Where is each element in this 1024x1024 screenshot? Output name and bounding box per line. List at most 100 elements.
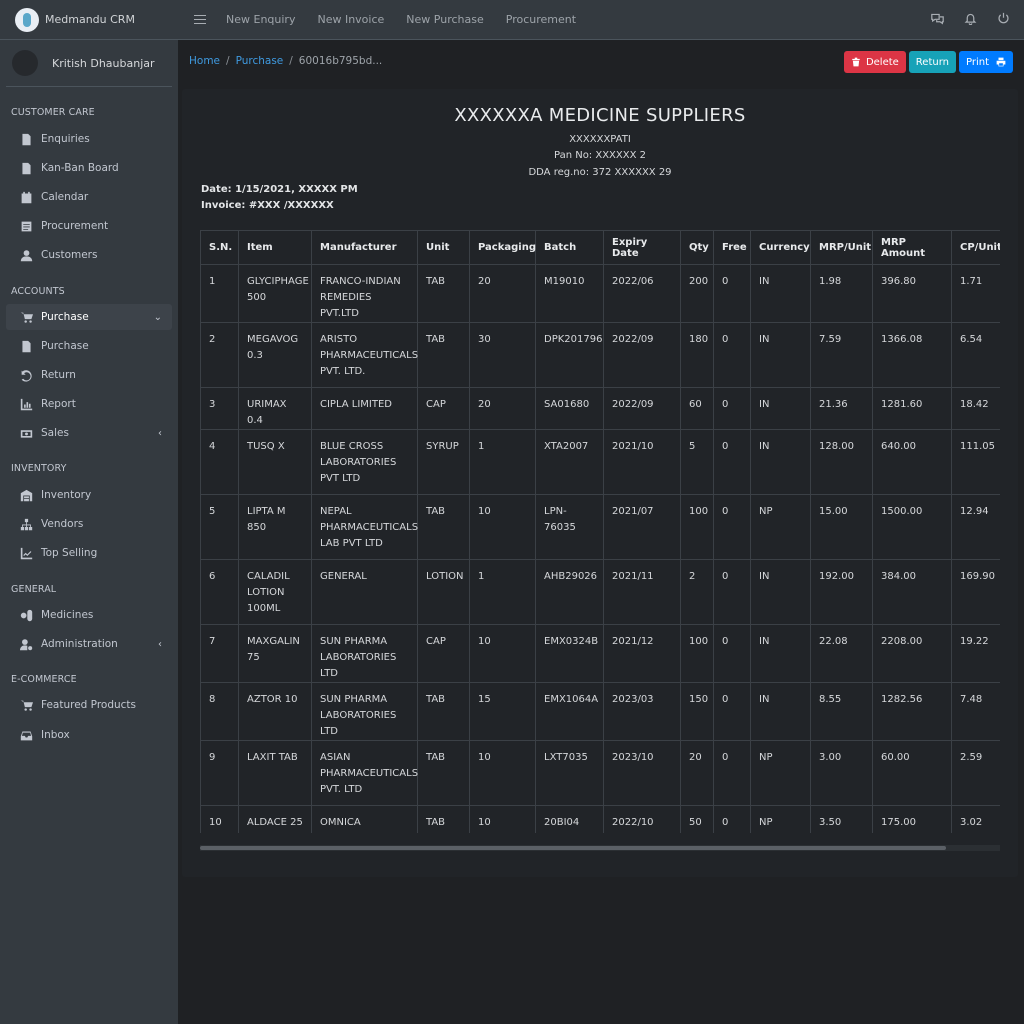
top-link-new-purchase[interactable]: New Purchase: [406, 13, 483, 26]
table-cell: CALADIL LOTION 100ML: [238, 559, 312, 625]
sidebar-item-medicines[interactable]: Medicines: [6, 602, 172, 628]
sidebar-item-sales[interactable]: Sales ‹: [6, 420, 172, 446]
table-cell: 128.00: [810, 429, 873, 495]
print-button[interactable]: Print: [958, 51, 1013, 73]
sidebar-item-label: Inventory: [41, 489, 92, 501]
table-cell: 2023/10: [603, 740, 681, 806]
table-cell: TAB: [417, 740, 470, 806]
sidebar-item-label: Top Selling: [41, 547, 98, 559]
supplier-pan: Pan No: XXXXXX 2: [553, 150, 647, 161]
delete-button[interactable]: Delete: [843, 51, 906, 73]
return-button[interactable]: Return: [908, 51, 956, 73]
sidebar-item-top-selling[interactable]: Top Selling: [6, 540, 172, 566]
table-cell: 2.59: [951, 740, 1000, 806]
undo-icon: [20, 369, 33, 382]
table-cell: 20: [469, 264, 536, 323]
comments-icon[interactable]: [931, 12, 944, 28]
top-link-procurement[interactable]: Procurement: [506, 13, 576, 26]
table-cell: 0: [713, 264, 751, 323]
table-row: 7 MAXGALIN 75 SUN PHARMA LABORATORIES LTD C…: [200, 624, 1000, 683]
sidebar-item-customers[interactable]: Customers: [6, 242, 172, 268]
sidebar-item-procurement[interactable]: Procurement: [6, 213, 172, 239]
trash-icon: [852, 57, 860, 67]
sidebar-item-label: Administration: [41, 638, 118, 650]
table-cell: 60: [680, 387, 714, 430]
nav-header-ecommerce: E-COMMERCE: [11, 674, 77, 685]
sidebar-item-report[interactable]: Report: [6, 391, 172, 417]
sidebar-item-inventory[interactable]: Inventory: [6, 482, 172, 508]
table-cell: 1: [469, 429, 536, 495]
sidebar-item-label: Procurement: [41, 220, 109, 232]
table-row: 2 MEGAVOG 0.3 ARISTO PHARMACEUTICALS PVT. …: [200, 322, 1000, 388]
table-cell: 200: [680, 264, 714, 323]
sidebar-item-administration[interactable]: Administration ‹: [6, 631, 172, 657]
menu-toggle-icon[interactable]: [194, 12, 206, 27]
scrollbar-thumb[interactable]: [200, 846, 946, 850]
column-header: Currency: [750, 230, 811, 265]
sidebar-item-return[interactable]: Return: [6, 362, 172, 388]
column-header: Unit: [417, 230, 470, 265]
table-cell: 3.02: [951, 805, 1000, 833]
table-cell: IN: [750, 559, 811, 625]
table-row: 5 LIPTA M 850 NEPAL PHARMACEUTICALS LAB PV…: [200, 494, 1000, 560]
table-cell: 12.94: [951, 494, 1000, 560]
sidebar-item-label: Featured Products: [41, 699, 137, 711]
table-cell: 15: [469, 682, 536, 741]
brand[interactable]: Medmandu CRM: [0, 0, 178, 40]
sidebar-item-label: Return: [41, 369, 76, 381]
column-header: Free: [713, 230, 751, 265]
top-link-new-enquiry[interactable]: New Enquiry: [226, 13, 295, 26]
table-cell: 0: [713, 624, 751, 683]
table-cell: IN: [750, 624, 811, 683]
table-row: 9 LAXIT TAB ASIAN PHARMACEUTICALS PVT. LTD…: [200, 740, 1000, 806]
sidebar-item-enquiries[interactable]: Enquiries: [6, 126, 172, 152]
sidebar-item-featured-products[interactable]: Featured Products: [6, 692, 172, 718]
table-row: 3 URIMAX 0.4 CIPLA LIMITED CAP 20 SA01680 2022…: [200, 387, 1000, 430]
table-cell: 2022/06: [603, 264, 681, 323]
top-link-new-invoice[interactable]: New Invoice: [317, 13, 384, 26]
breadcrumb-current: 60016b795bd...: [298, 55, 383, 67]
sidebar-item-purchase[interactable]: Purchase: [6, 333, 172, 359]
table-cell: TAB: [417, 682, 470, 741]
table-cell: 180: [680, 322, 714, 388]
sidebar-item-label: Sales: [41, 427, 69, 439]
table-cell: 20BI04: [535, 805, 604, 833]
user-cog-icon: [20, 638, 33, 651]
sidebar-item-purchase-menu[interactable]: Purchase ⌄: [6, 304, 172, 330]
invoice-date: Date: 1/15/2021, XXXXX PM: [201, 184, 358, 195]
column-header: Manufacturer: [311, 230, 418, 265]
horizontal-scrollbar[interactable]: [200, 845, 1000, 851]
table-cell: XTA2007: [535, 429, 604, 495]
table-row: 10ALDACE 25OMNICA LABORATORIES PVT LTDTA…: [200, 805, 1000, 833]
table-cell: 10: [469, 494, 536, 560]
sidebar-item-calendar[interactable]: Calendar: [6, 184, 172, 210]
table-cell: TUSQ X: [238, 429, 312, 495]
sidebar-item-label: Enquiries: [41, 133, 90, 145]
items-table-container[interactable]: S.N. Item Manufacturer Unit Packaging Batch Ex…: [200, 230, 1000, 833]
file-icon: [20, 162, 33, 175]
user-panel[interactable]: Kritish Dhaubanjar: [6, 40, 172, 87]
table-cell: ARISTO PHARMACEUTICALS PVT. LTD.: [311, 322, 418, 388]
breadcrumb-home[interactable]: Home: [189, 55, 220, 67]
table-cell: IN: [750, 387, 811, 430]
power-icon[interactable]: [997, 12, 1010, 28]
chevron-down-icon: ⌄: [153, 311, 162, 323]
invoice-number: Invoice: #XXX /XXXXXX: [201, 200, 334, 211]
bell-icon[interactable]: [964, 12, 977, 28]
table-cell: 175.00: [872, 805, 952, 833]
table-cell: 396.80: [872, 264, 952, 323]
table-header-row: S.N. Item Manufacturer Unit Packaging Batch Ex…: [200, 230, 1000, 265]
table-cell: IN: [750, 322, 811, 388]
sidebar-item-vendors[interactable]: Vendors: [6, 511, 172, 537]
column-header: Qty: [680, 230, 714, 265]
chart-icon: [20, 398, 33, 411]
table-cell: 1.71: [951, 264, 1000, 323]
table-cell: TAB: [417, 264, 470, 323]
sidebar-item-kanban[interactable]: Kan-Ban Board: [6, 155, 172, 181]
sidebar-item-label: Purchase: [41, 311, 89, 323]
breadcrumb-purchase[interactable]: Purchase: [236, 55, 284, 67]
sidebar-item-inbox[interactable]: Inbox: [6, 722, 172, 748]
table-cell: 22.08: [810, 624, 873, 683]
table-cell: 2021/11: [603, 559, 681, 625]
table-cell: LIPTA M 850: [238, 494, 312, 560]
